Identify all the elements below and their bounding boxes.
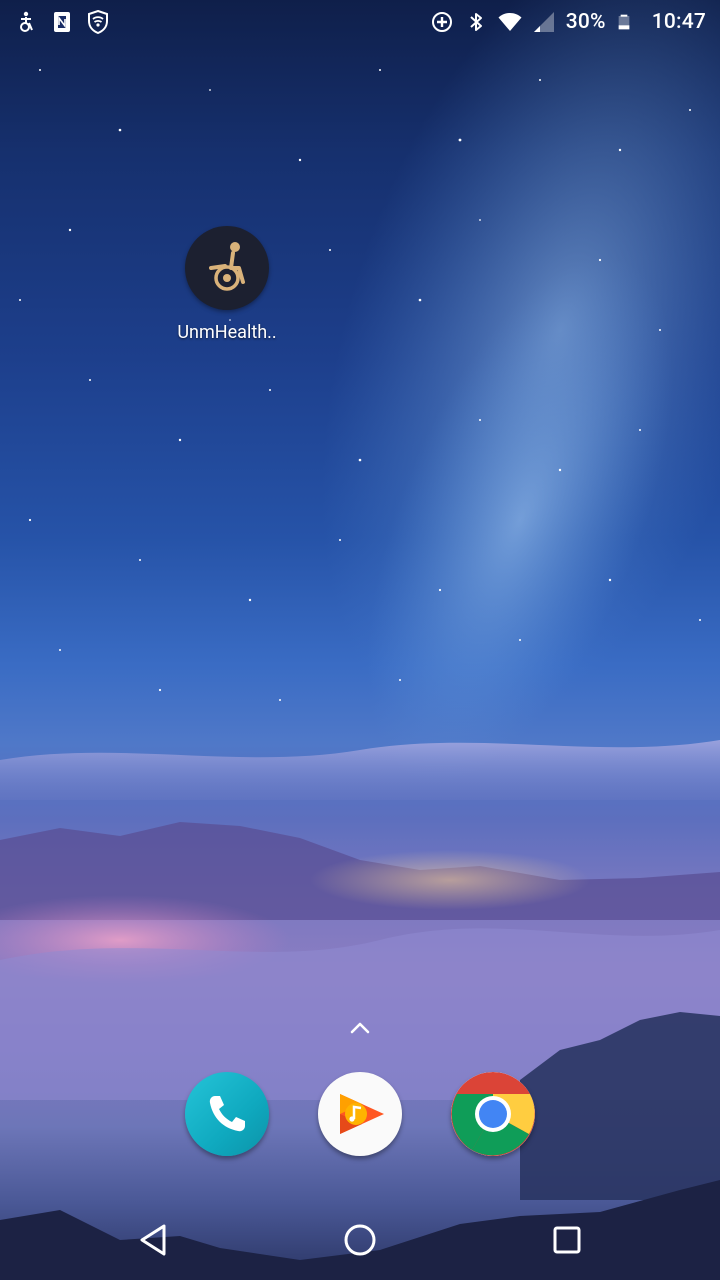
status-right-icons: 30% 10:47: [430, 6, 706, 38]
chrome-icon: [451, 1072, 535, 1156]
dock-play-music-button[interactable]: [318, 1072, 402, 1156]
app-label: UnmHealth..: [177, 322, 277, 343]
home-screen: 30% 10:47 UnmHealth..: [0, 0, 720, 1280]
battery-percent: 30%: [565, 10, 606, 34]
status-left-icons: [14, 6, 110, 38]
wifi-icon: [498, 13, 522, 31]
desktop-app-unmhealth[interactable]: UnmHealth..: [160, 226, 294, 356]
status-bar: 30% 10:47: [0, 0, 720, 48]
cell-signal-icon: [533, 12, 554, 32]
accessibility-icon: [20, 11, 33, 32]
dock-phone-button[interactable]: [185, 1072, 269, 1156]
play-music-icon: [340, 1094, 384, 1134]
wheelchair-icon: [209, 242, 245, 291]
data-saver-icon: [431, 12, 452, 32]
nfc-icon: [54, 12, 70, 32]
home-icon[interactable]: [340, 1220, 380, 1260]
town-glow: [310, 850, 590, 910]
bluetooth-icon: [470, 13, 482, 31]
cloud-band-upper: [0, 740, 720, 800]
phone-icon: [209, 1096, 245, 1132]
back-icon[interactable]: [134, 1220, 174, 1260]
recents-icon[interactable]: [547, 1220, 587, 1260]
app-icon: [185, 226, 269, 310]
vpn-shield-icon: [88, 10, 108, 34]
navigation-bar: [0, 1200, 720, 1280]
chevron-up-icon[interactable]: [346, 1016, 374, 1040]
battery-icon: [618, 14, 630, 30]
dock-chrome-button[interactable]: [451, 1072, 535, 1156]
status-clock: 10:47: [651, 10, 706, 34]
